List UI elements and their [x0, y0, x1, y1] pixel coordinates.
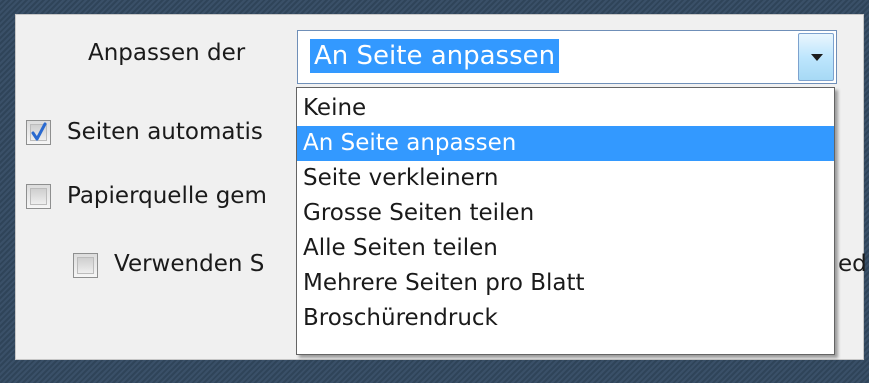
dropdown-item-an-seite-anpassen[interactable]: An Seite anpassen: [297, 126, 834, 161]
cut-off-text: ed: [838, 251, 867, 277]
dropdown-item-grosse-seiten-teilen[interactable]: Grosse Seiten teilen: [297, 196, 834, 231]
paper-source-label: Papierquelle gem: [67, 183, 267, 209]
fit-dropdown-list: Keine An Seite anpassen Seite verkleiner…: [296, 87, 835, 355]
dropdown-item-keine[interactable]: Keine: [297, 91, 834, 126]
use-label: Verwenden S: [114, 251, 265, 277]
auto-rotate-checkbox[interactable]: [26, 120, 51, 145]
fit-label: Anpassen der: [88, 40, 246, 66]
fit-combobox-value: An Seite anpassen: [310, 39, 560, 73]
dropdown-item-broschuerendruck[interactable]: Broschürendruck: [297, 301, 834, 336]
dropdown-item-seite-verkleinern[interactable]: Seite verkleinern: [297, 161, 834, 196]
auto-rotate-label: Seiten automatis: [67, 119, 263, 145]
chevron-down-icon: [811, 54, 823, 61]
dropdown-item-alle-seiten-teilen[interactable]: Alle Seiten teilen: [297, 231, 834, 266]
dropdown-item-mehrere-seiten-pro-blatt[interactable]: Mehrere Seiten pro Blatt: [297, 266, 834, 301]
checkbox-inner: [30, 188, 47, 205]
checkmark-icon: [31, 122, 47, 141]
fit-combobox-dropdown-button[interactable]: [798, 33, 834, 81]
fit-combobox[interactable]: An Seite anpassen: [297, 30, 837, 84]
checkbox-inner: [77, 257, 94, 274]
window-background: Anpassen der An Seite anpassen Seiten au…: [0, 0, 869, 383]
paper-source-checkbox[interactable]: [26, 184, 51, 209]
use-checkbox[interactable]: [73, 253, 98, 278]
